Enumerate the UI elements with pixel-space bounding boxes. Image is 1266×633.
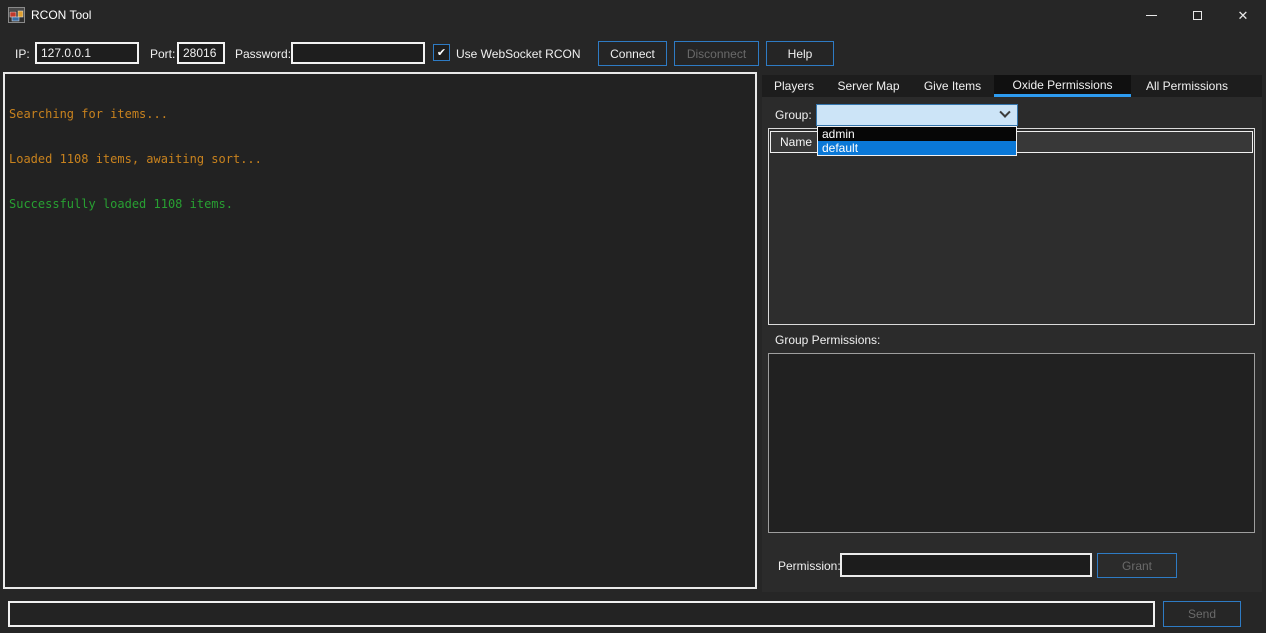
tab-all-permissions[interactable]: All Permissions [1131, 75, 1243, 97]
oxide-permissions-panel: Group: admin default Name Group Permissi… [762, 97, 1262, 592]
group-combobox[interactable] [816, 104, 1018, 126]
ip-label: IP: [15, 47, 30, 61]
dropdown-option-admin[interactable]: admin [818, 127, 1016, 141]
websocket-checkbox[interactable]: ✔ [433, 44, 450, 61]
close-button[interactable]: ✕ [1220, 0, 1266, 30]
close-icon: ✕ [1238, 9, 1249, 22]
port-input[interactable] [177, 42, 225, 64]
tab-oxide-permissions[interactable]: Oxide Permissions [994, 75, 1131, 97]
group-dropdown-list: admin default [817, 126, 1017, 156]
app-window: RCON Tool ✕ IP: Port: Password: ✔ Use We… [0, 0, 1266, 633]
group-members-table[interactable]: Name [768, 128, 1255, 325]
console-output[interactable]: Searching for items... Loaded 1108 items… [3, 72, 757, 589]
minimize-icon [1146, 15, 1157, 16]
window-controls: ✕ [1128, 0, 1266, 30]
window-title: RCON Tool [31, 8, 91, 22]
tab-server-map[interactable]: Server Map [826, 75, 911, 97]
maximize-icon [1193, 11, 1202, 20]
websocket-label: Use WebSocket RCON [456, 47, 580, 61]
titlebar: RCON Tool ✕ [0, 0, 1266, 30]
console-line: Loaded 1108 items, awaiting sort... [9, 152, 751, 167]
console-line: Searching for items... [9, 107, 751, 122]
disconnect-button[interactable]: Disconnect [674, 41, 759, 66]
command-input[interactable] [8, 601, 1155, 627]
tab-strip: Players Server Map Give Items Oxide Perm… [762, 75, 1262, 97]
permission-input[interactable] [840, 553, 1092, 577]
send-button[interactable]: Send [1163, 601, 1241, 627]
maximize-button[interactable] [1174, 0, 1220, 30]
checkmark-icon: ✔ [437, 46, 446, 59]
connection-toolbar: IP: Port: Password: ✔ Use WebSocket RCON… [0, 38, 1266, 68]
password-input[interactable] [291, 42, 425, 64]
app-icon [8, 7, 25, 23]
minimize-button[interactable] [1128, 0, 1174, 30]
group-permissions-list[interactable] [768, 353, 1255, 533]
permission-label: Permission: [778, 559, 841, 573]
help-button[interactable]: Help [766, 41, 834, 66]
tab-give-items[interactable]: Give Items [911, 75, 994, 97]
port-label: Port: [150, 47, 175, 61]
grant-button[interactable]: Grant [1097, 553, 1177, 578]
connect-button[interactable]: Connect [598, 41, 667, 66]
group-label: Group: [775, 108, 812, 122]
group-permissions-label: Group Permissions: [775, 333, 880, 347]
chevron-down-icon [999, 107, 1010, 118]
ip-input[interactable] [35, 42, 139, 64]
dropdown-option-default[interactable]: default [818, 141, 1016, 155]
password-label: Password: [235, 47, 291, 61]
console-line: Successfully loaded 1108 items. [9, 197, 751, 212]
tab-players[interactable]: Players [762, 75, 826, 97]
